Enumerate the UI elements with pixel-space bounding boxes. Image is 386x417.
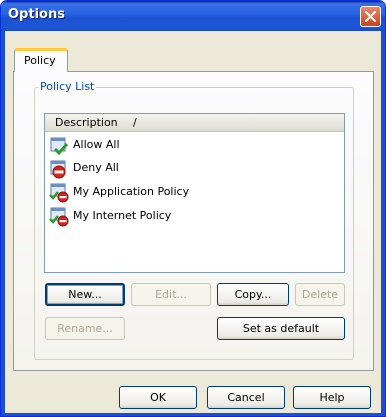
- edit-button[interactable]: Edit...: [131, 283, 211, 306]
- close-icon: [365, 11, 376, 22]
- window-frame-right: [381, 31, 385, 416]
- policy-list-view[interactable]: Description / Allow All Deny All My Appl…: [44, 113, 345, 273]
- title-bar[interactable]: Options: [1, 1, 385, 31]
- policy-tab-panel: Policy List Description / Allow All Deny…: [13, 71, 374, 371]
- list-item[interactable]: Deny All: [45, 156, 344, 180]
- window-frame-bottom: [1, 413, 385, 416]
- custom-policy-icon: [49, 183, 69, 203]
- list-item[interactable]: Allow All: [45, 133, 344, 157]
- window-title: Options: [8, 7, 65, 22]
- list-item[interactable]: My Application Policy: [45, 180, 344, 204]
- policy-list-group-label: Policy List: [38, 80, 97, 93]
- column-header-description[interactable]: Description /: [45, 114, 344, 131]
- ok-button[interactable]: OK: [119, 386, 197, 409]
- set-as-default-button[interactable]: Set as default: [217, 317, 345, 340]
- custom-policy-icon: [49, 207, 69, 227]
- policy-list-group: Policy List Description / Allow All Deny…: [34, 80, 354, 360]
- delete-button[interactable]: Delete: [295, 283, 345, 306]
- list-item[interactable]: My Internet Policy: [45, 204, 344, 228]
- window-frame-left: [1, 31, 5, 416]
- help-button[interactable]: Help: [293, 386, 371, 409]
- list-item-label: My Internet Policy: [73, 209, 172, 222]
- list-item-label: Deny All: [73, 161, 119, 174]
- sort-indicator: /: [133, 116, 137, 129]
- cancel-button[interactable]: Cancel: [207, 386, 285, 409]
- options-dialog: Options Policy Policy List Description /: [0, 0, 386, 417]
- copy-button[interactable]: Copy...: [217, 283, 289, 306]
- list-item-label: Allow All: [73, 138, 120, 151]
- new-button[interactable]: New...: [45, 283, 125, 306]
- close-button[interactable]: [360, 6, 381, 27]
- deny-policy-icon: [50, 160, 66, 179]
- column-header-label: Description: [55, 116, 118, 129]
- list-item-label: My Application Policy: [73, 185, 190, 198]
- tab-policy[interactable]: Policy: [14, 48, 68, 72]
- allow-policy-icon: [50, 137, 69, 156]
- rename-button[interactable]: Rename...: [45, 317, 125, 340]
- list-header: Description /: [45, 114, 344, 132]
- tab-policy-label: Policy: [24, 54, 56, 67]
